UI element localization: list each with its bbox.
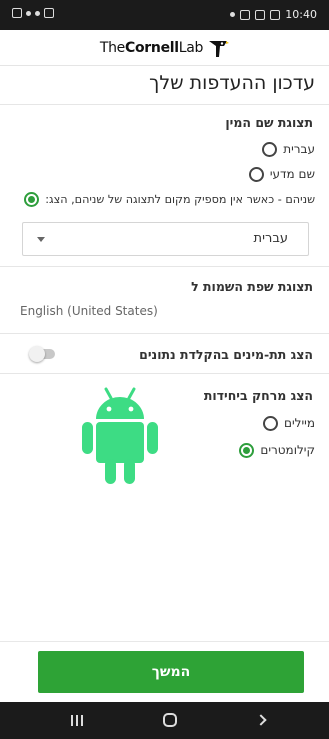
settings-icon [240,9,251,20]
radio-label: שם מדעי [269,167,315,181]
radio-button-checked[interactable] [24,191,40,207]
image-icon [44,8,54,18]
status-icons-left [12,8,54,18]
recent-apps-icon[interactable] [71,715,83,726]
system-nav-bar [0,702,329,739]
divider [0,641,329,642]
logo-the: The [99,39,125,56]
android-robot-icon [82,387,158,484]
radio-button[interactable] [248,166,264,182]
logo-lab: Lab [178,39,204,56]
continue-button[interactable]: המשך [38,651,304,693]
radio-button-checked[interactable] [239,442,255,458]
toggle-knob [29,346,45,362]
species-display-title: תצוגת שם המין [225,115,313,130]
page-title: עדכון ההעדפות שלך [149,72,315,94]
divider [0,373,329,374]
naming-language-title: תצוגת שפת השמות ל [191,279,313,294]
naming-language-value[interactable]: English (United States) [20,304,158,318]
radio-miles[interactable]: מיילים [263,413,315,433]
radio-label: קילומטרים [260,443,315,457]
radio-label: מיילים [284,416,315,430]
chevron-down-icon [37,237,45,242]
radio-button[interactable] [263,415,279,431]
clock: 10:40 [285,8,317,21]
home-icon[interactable] [163,713,177,727]
logo-header: TheCornellLab [0,30,329,66]
radio-kilometers[interactable]: קילומטרים [239,440,315,460]
logo-cornell: Cornell [125,39,179,56]
radio-hebrew[interactable]: עברית [262,139,315,159]
subspecies-toggle-label: הצג תת-מינים בהקלדת נתונים [139,347,313,362]
radio-button[interactable] [262,141,278,157]
notification-icon [12,8,22,18]
mail-icon [270,9,281,20]
status-icons-right: 10:40 [230,8,317,21]
divider [0,104,329,105]
subspecies-toggle[interactable] [29,346,55,362]
radio-both[interactable]: שניהם - כאשר אין מספיק מקום לתצוגה של שנ… [24,189,315,209]
select-value: עברית [253,231,288,246]
wifi-icon [35,10,40,16]
gallery-icon [255,9,266,20]
cornell-lab-logo: TheCornellLab [99,39,204,56]
radio-label: עברית [283,142,315,156]
status-bar: 10:40 [0,0,329,30]
distance-units-title: הצג מרחק ביחידות [203,388,313,403]
divider [0,333,329,334]
display-language-select[interactable]: עברית [22,222,309,256]
radio-scientific[interactable]: שם מדעי [248,164,315,184]
bird-logo-icon [209,40,230,57]
signal-icon [26,10,31,16]
back-icon[interactable] [255,714,267,726]
dot-icon [230,12,236,17]
radio-label: שניהם - כאשר אין מספיק מקום לתצוגה של שנ… [45,192,315,206]
app-screen: 10:40 TheCornellLab עדכון ההעדפות שלך תצ… [0,0,329,739]
divider [0,266,329,267]
